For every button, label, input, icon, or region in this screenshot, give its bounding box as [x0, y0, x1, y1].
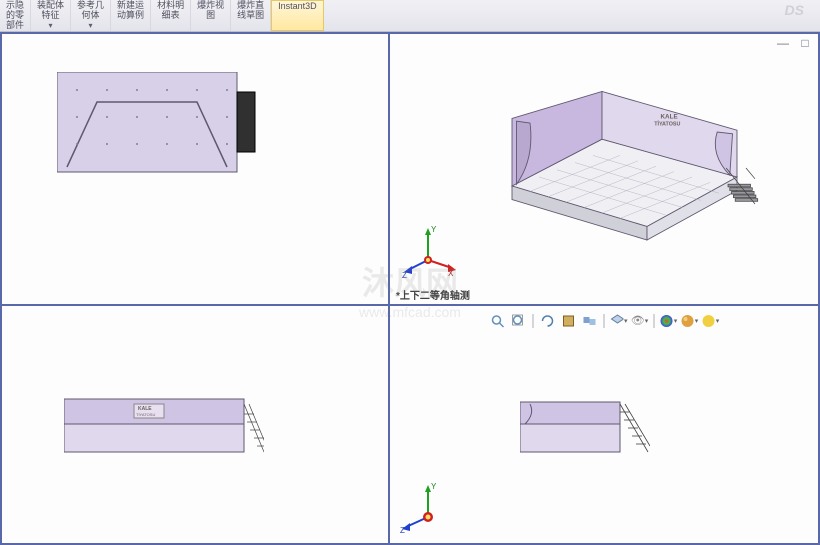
toolbar-separator	[603, 314, 604, 328]
svg-text:Y: Y	[431, 225, 437, 234]
ribbon-show-hide[interactable]: 示隐 的零 部件 ▾	[0, 0, 31, 31]
viewport-label: *上下二等角轴测	[396, 287, 470, 302]
scene-icon[interactable]: ▾	[680, 312, 698, 330]
svg-text:Y: Y	[431, 482, 437, 491]
ribbon-bom[interactable]: 材料明 细表	[151, 0, 191, 31]
svg-text:Z: Z	[400, 526, 405, 535]
ribbon-label: 新建运 动算例	[117, 0, 144, 20]
viewport-grid: — □	[2, 34, 818, 543]
model-side-view	[520, 384, 650, 464]
window-controls: — □	[776, 36, 812, 50]
workspace: — □	[0, 32, 820, 545]
ribbon-label: 参考几 何体	[77, 0, 104, 20]
ribbon-label: 示隐 的零 部件	[6, 0, 24, 30]
viewport-front[interactable]: KALE TİYATOSU	[2, 304, 388, 543]
ribbon-label: 爆炸直 线草图	[237, 0, 264, 20]
ribbon-instant3d[interactable]: Instant3D	[271, 0, 324, 31]
section-view-icon[interactable]	[559, 312, 577, 330]
display-style-icon[interactable]: ▾	[609, 312, 627, 330]
svg-text:KALE: KALE	[660, 114, 677, 121]
ribbon-assembly-features[interactable]: 装配体 特征 ▾	[31, 0, 71, 31]
viewport-side[interactable]: ▾ 👁▾ ▾ ▾ ▾	[388, 304, 818, 543]
ribbon-reference-geometry[interactable]: 参考几 何体 ▾	[71, 0, 111, 31]
minimize-button[interactable]: —	[776, 36, 790, 50]
view-orientation-icon[interactable]	[580, 312, 598, 330]
zoom-area-icon[interactable]	[509, 312, 527, 330]
svg-text:TİYATOSU: TİYATOSU	[654, 121, 680, 128]
svg-text:Z: Z	[402, 271, 407, 280]
model-front-view: KALE TİYATOSU	[64, 384, 264, 464]
ribbon-toolbar: 示隐 的零 部件 ▾ 装配体 特征 ▾ 参考几 何体 ▾ 新建运 动算例 材料明…	[0, 0, 820, 32]
ribbon-explode-line-sketch[interactable]: 爆炸直 线草图	[231, 0, 271, 31]
ribbon-label: 爆炸视 图	[197, 0, 224, 20]
svg-text:X: X	[448, 269, 454, 278]
hide-show-icon[interactable]: 👁▾	[630, 312, 648, 330]
view-toolbar: ▾ 👁▾ ▾ ▾ ▾	[488, 312, 719, 330]
ribbon-label: 材料明 细表	[157, 0, 184, 20]
viewport-isometric[interactable]: — □	[388, 34, 818, 304]
toolbar-separator	[653, 314, 654, 328]
solidworks-logo: DS	[785, 2, 804, 18]
model-top-view	[57, 72, 257, 182]
render-icon[interactable]: ▾	[701, 312, 719, 330]
view-triad: Y X Z	[398, 220, 458, 280]
viewport-top[interactable]	[2, 34, 388, 304]
chevron-down-icon: ▾	[49, 21, 53, 30]
maximize-button[interactable]: □	[798, 36, 812, 50]
svg-text:TİYATOSU: TİYATOSU	[136, 412, 155, 417]
appearance-icon[interactable]: ▾	[659, 312, 677, 330]
view-triad: Y Z	[398, 475, 458, 535]
ribbon-new-motion-study[interactable]: 新建运 动算例	[111, 0, 151, 31]
model-isometric-view: KALE TİYATOSU	[470, 69, 770, 249]
zoom-fit-icon[interactable]	[488, 312, 506, 330]
toolbar-separator	[532, 314, 533, 328]
rotate-view-icon[interactable]	[538, 312, 556, 330]
chevron-down-icon: ▾	[89, 21, 93, 30]
ribbon-exploded-view[interactable]: 爆炸视 图	[191, 0, 231, 31]
ribbon-label: Instant3D	[278, 1, 317, 11]
ribbon-label: 装配体 特征	[37, 0, 64, 20]
